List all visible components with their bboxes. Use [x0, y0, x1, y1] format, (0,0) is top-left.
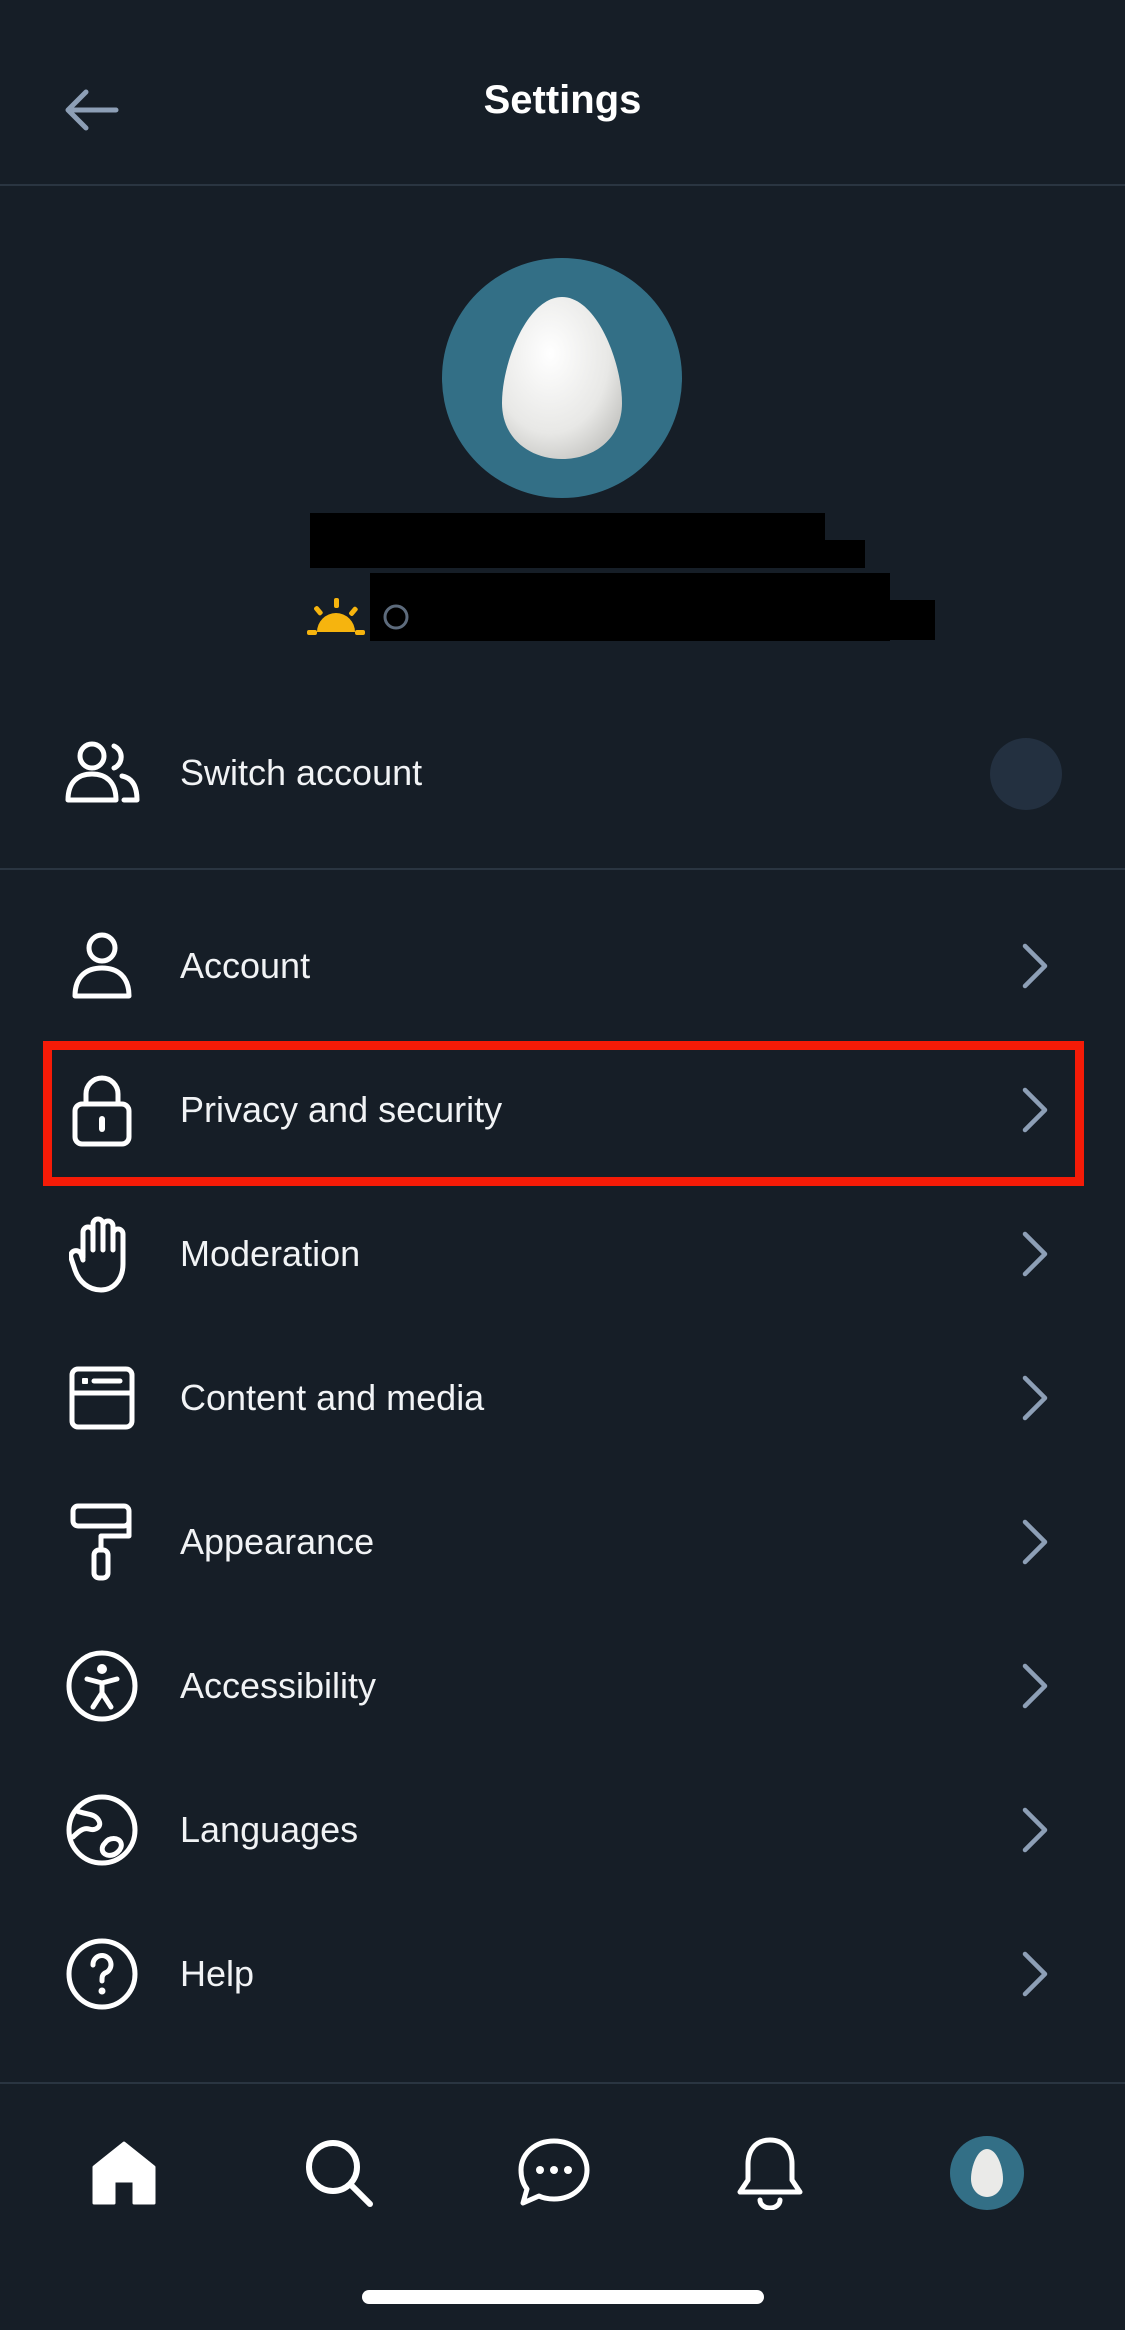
question-circle-icon — [62, 1934, 142, 2014]
users-icon — [62, 733, 142, 813]
menu-item-label: Accessibility — [180, 1665, 377, 1706]
header: Settings — [0, 0, 1125, 186]
paint-roller-icon — [62, 1502, 142, 1582]
tab-search[interactable] — [294, 2128, 384, 2218]
chevron-right-icon — [1010, 936, 1060, 996]
menu-item-moderation[interactable]: Moderation — [0, 1189, 1125, 1319]
tab-profile[interactable] — [942, 2128, 1032, 2218]
menu-item-label: Languages — [180, 1809, 359, 1850]
accessibility-icon — [62, 1646, 142, 1726]
globe-icon — [62, 1790, 142, 1870]
chat-bubble-icon — [518, 2138, 590, 2206]
status-row — [305, 598, 411, 636]
page-title: Settings — [483, 78, 642, 122]
bell-icon — [737, 2137, 803, 2210]
egg-avatar-icon — [502, 297, 622, 459]
chevron-right-icon — [1010, 1944, 1060, 2004]
chevron-right-icon — [1010, 1800, 1060, 1860]
hand-icon — [62, 1214, 142, 1294]
redacted-name-tail — [330, 540, 865, 568]
person-icon — [62, 926, 142, 1006]
switch-account-row[interactable]: Switch account — [0, 708, 1125, 838]
search-icon — [306, 2140, 373, 2207]
menu-item-label: Appearance — [180, 1521, 375, 1562]
menu-item-languages[interactable]: Languages — [0, 1765, 1125, 1895]
home-icon — [92, 2141, 156, 2205]
chevron-right-icon — [1010, 1656, 1060, 1716]
menu-item-label: Moderation — [180, 1233, 361, 1274]
account-avatar-placeholder[interactable] — [990, 738, 1062, 810]
menu-item-accessibility[interactable]: Accessibility — [0, 1621, 1125, 1751]
tab-home[interactable] — [79, 2128, 169, 2218]
chevron-right-icon — [1010, 1512, 1060, 1572]
menu-item-label: Help — [180, 1953, 255, 1994]
menu-item-content-and-media[interactable]: Content and media — [0, 1333, 1125, 1463]
profile-avatar[interactable] — [442, 258, 682, 498]
tab-notifications[interactable] — [725, 2128, 815, 2218]
profile-avatar-icon — [950, 2136, 1024, 2210]
menu-item-appearance[interactable]: Appearance — [0, 1477, 1125, 1607]
tab-chat[interactable] — [509, 2128, 599, 2218]
chevron-right-icon — [1010, 1224, 1060, 1284]
divider — [0, 868, 1125, 870]
sunrise-icon — [307, 598, 365, 635]
at-icon — [383, 604, 409, 630]
menu-item-help[interactable]: Help — [0, 1909, 1125, 2039]
highlight-box — [43, 1041, 1084, 1186]
browser-window-icon — [62, 1358, 142, 1438]
menu-item-label: Account — [180, 945, 311, 986]
switch-account-label: Switch account — [180, 752, 423, 793]
chevron-right-icon — [1010, 1368, 1060, 1428]
menu-item-account[interactable]: Account — [0, 901, 1125, 1031]
home-indicator — [362, 2290, 764, 2304]
menu-item-label: Content and media — [180, 1377, 485, 1418]
redacted-handle-tail — [420, 600, 935, 640]
